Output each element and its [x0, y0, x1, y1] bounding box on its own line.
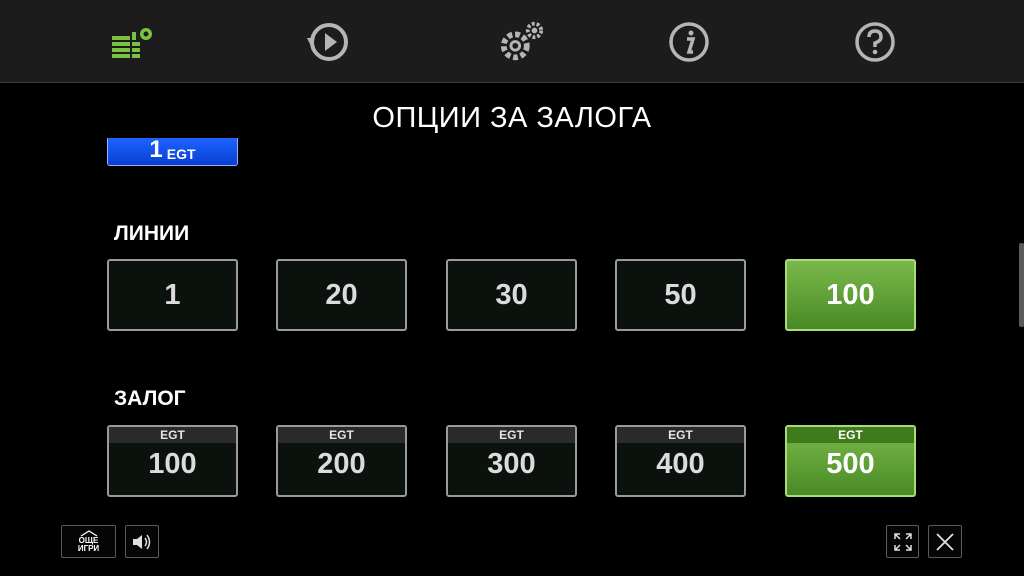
lines-option-20[interactable]: 20: [276, 259, 407, 331]
lines-label: ЛИНИИ: [114, 222, 190, 245]
top-toolbar: [0, 0, 1024, 83]
denomination-currency: EGT: [166, 146, 196, 162]
bet-currency-label: EGT: [109, 427, 236, 443]
lines-option-30[interactable]: 30: [446, 259, 577, 331]
bet-value: 400: [656, 448, 705, 480]
bet-option-200[interactable]: EGT 200: [276, 425, 407, 497]
bet-settings-icon[interactable]: [110, 18, 158, 66]
lines-option-1[interactable]: 1: [107, 259, 238, 331]
denomination-button[interactable]: 1 EGT: [107, 138, 238, 166]
scrollbar-thumb[interactable]: [1019, 243, 1024, 327]
bet-value: 200: [317, 448, 366, 480]
autoplay-icon[interactable]: [303, 18, 351, 66]
info-icon[interactable]: [665, 18, 713, 66]
fullscreen-icon: [893, 532, 912, 551]
sound-button[interactable]: [125, 525, 159, 558]
more-games-line2: ИГРИ: [77, 544, 100, 553]
bet-option-100[interactable]: EGT 100: [107, 425, 238, 497]
bet-currency-label: EGT: [278, 427, 405, 443]
close-icon: [936, 532, 954, 551]
denomination-value: 1: [149, 136, 163, 163]
lines-option-50[interactable]: 50: [615, 259, 746, 331]
lines-option-100[interactable]: 100: [785, 259, 916, 331]
more-games-button[interactable]: ОЩЕ ИГРИ: [61, 525, 116, 558]
bet-currency-label: EGT: [448, 427, 575, 443]
speaker-icon: [133, 534, 151, 549]
bet-option-500[interactable]: EGT 500: [785, 425, 916, 497]
help-icon[interactable]: [851, 18, 899, 66]
bet-value: 100: [148, 448, 197, 480]
bet-currency-label: EGT: [617, 427, 744, 443]
bet-currency-label: EGT: [787, 427, 914, 443]
page-title: ОПЦИИ ЗА ЗАЛОГА: [372, 102, 652, 134]
bet-value: 300: [487, 448, 536, 480]
bet-value: 500: [826, 448, 875, 480]
bet-option-400[interactable]: EGT 400: [615, 425, 746, 497]
settings-icon[interactable]: [498, 18, 546, 66]
close-button[interactable]: [928, 525, 962, 558]
bet-option-300[interactable]: EGT 300: [446, 425, 577, 497]
fullscreen-button[interactable]: [886, 525, 919, 558]
bet-label: ЗАЛОГ: [114, 387, 186, 410]
